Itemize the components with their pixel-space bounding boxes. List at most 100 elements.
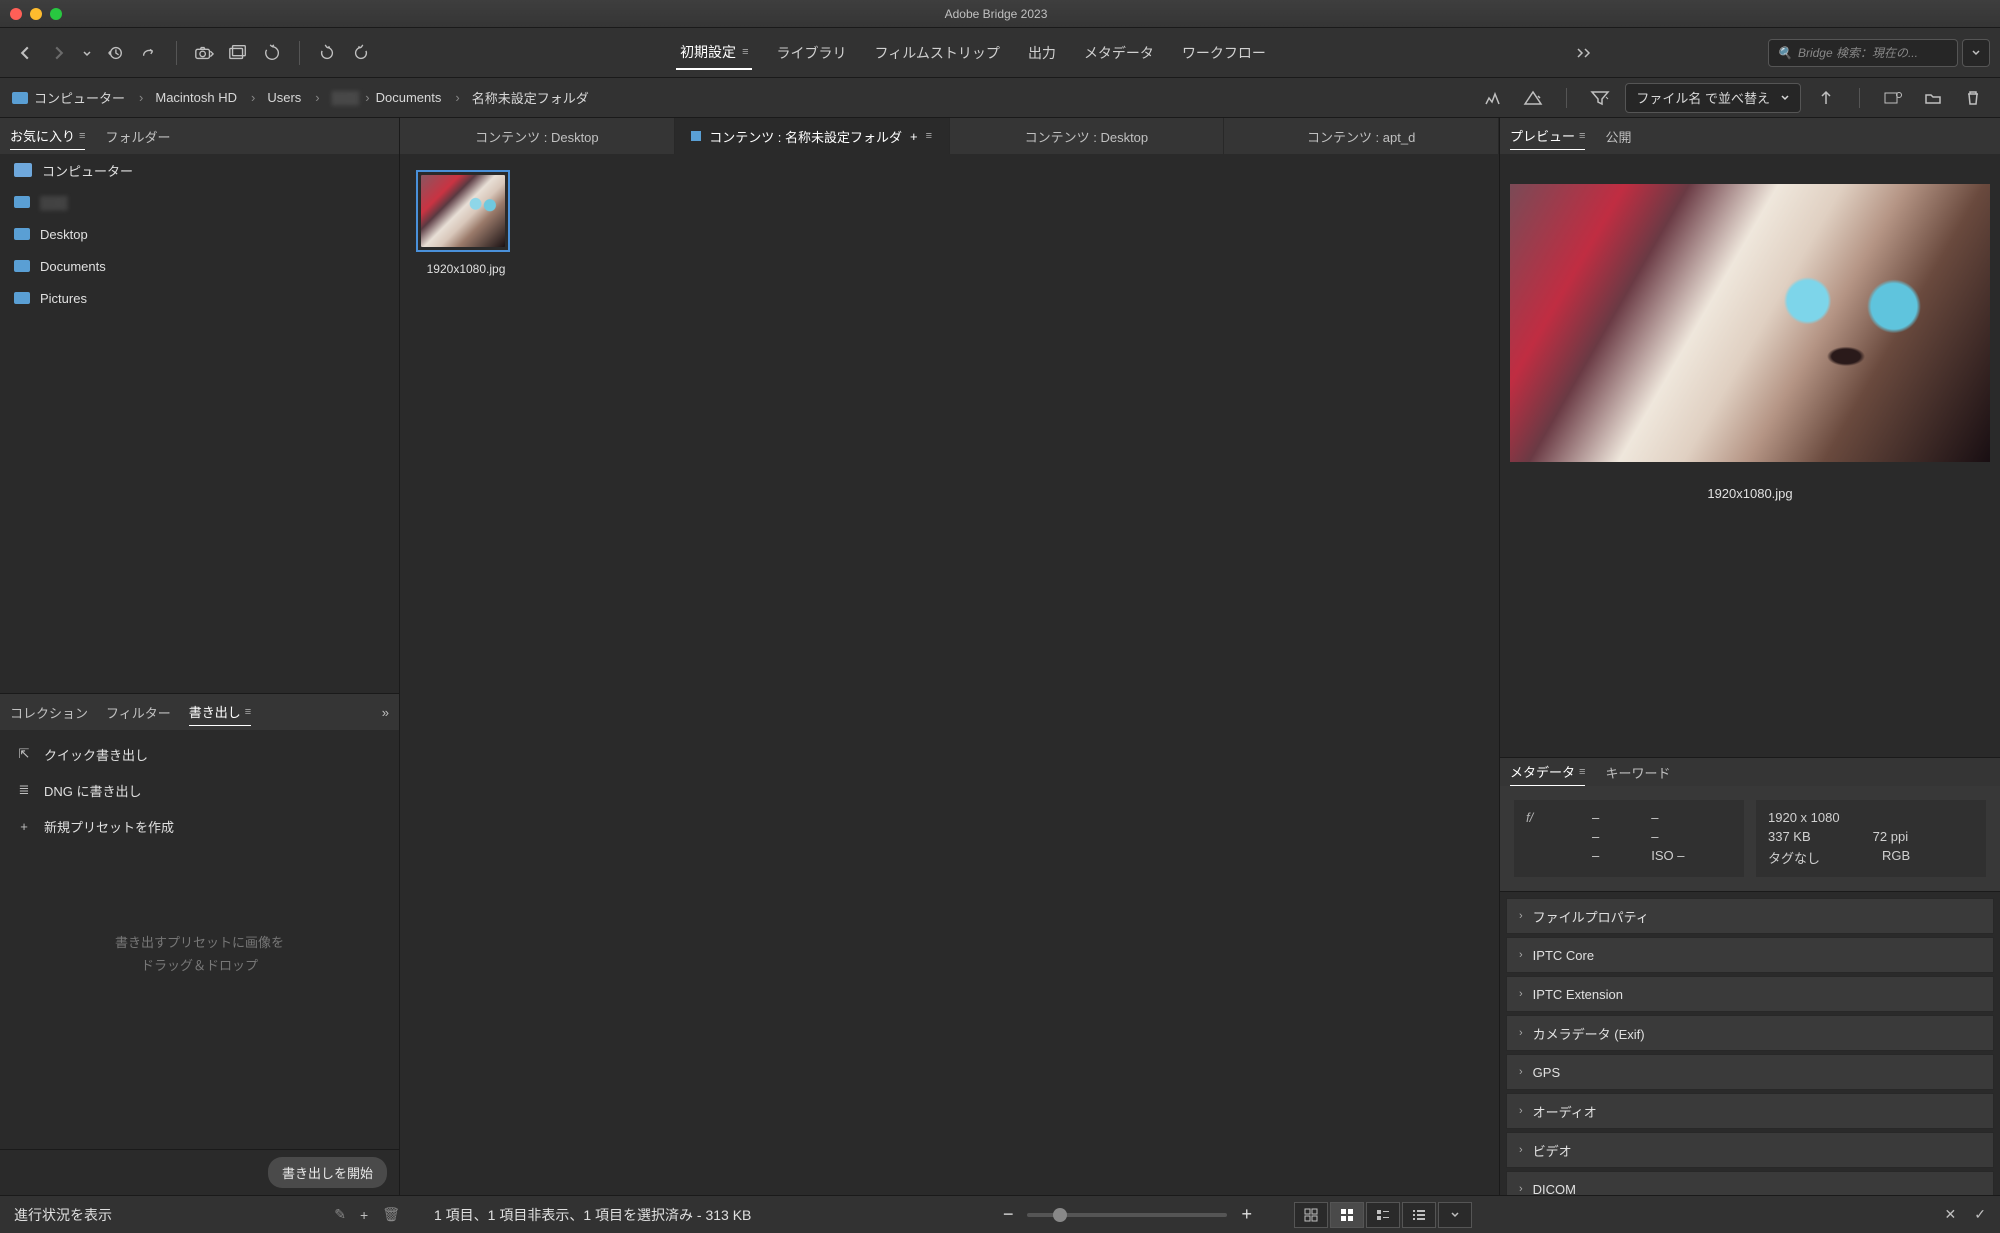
favorite-item-desktop[interactable]: Desktop	[0, 218, 399, 250]
new-folder-button[interactable]	[1918, 83, 1948, 113]
main-area: お気に入り≡ フォルダー コンピューター ▒▒▒ Desktop Documen…	[0, 118, 2000, 1195]
metadata-apply-button[interactable]: ✓	[1974, 1206, 1986, 1223]
chevron-right-icon: ›	[1519, 1105, 1523, 1117]
metadata-sections: ›ファイルプロパティ ›IPTC Core ›IPTC Extension ›カ…	[1500, 892, 2000, 1195]
content-tab[interactable]: コンテンツ : Desktop	[400, 118, 675, 154]
search-input[interactable]: 🔍 Bridge 検索：現在の...	[1768, 39, 1958, 67]
chevron-right-icon: ›	[1519, 1144, 1523, 1156]
breadcrumb[interactable]: Documents›	[376, 90, 466, 105]
export-new-preset[interactable]: +新規プリセットを作成	[0, 808, 399, 844]
minimize-window-button[interactable]	[30, 8, 42, 20]
refine-button[interactable]	[257, 38, 287, 68]
tab-collections[interactable]: コレクション	[10, 699, 88, 726]
rating-filter-button[interactable]	[1478, 83, 1508, 113]
view-details-button[interactable]	[1366, 1202, 1400, 1228]
export-dng[interactable]: ≣DNG に書き出し	[0, 772, 399, 808]
rotate-ccw-button[interactable]	[312, 38, 342, 68]
breadcrumb[interactable]: 名称未設定フォルダ	[472, 88, 589, 107]
export-body: ⇱クイック書き出し ≣DNG に書き出し +新規プリセットを作成 書き出すプリセ…	[0, 730, 399, 1149]
progress-label[interactable]: 進行状況を表示	[14, 1205, 112, 1225]
favorite-item-user[interactable]: ▒▒▒	[0, 186, 399, 218]
tab-filter[interactable]: フィルター	[106, 699, 171, 726]
nav-forward-dropdown[interactable]	[78, 38, 96, 68]
search-placeholder: Bridge 検索：現在の...	[1798, 44, 1918, 61]
add-icon[interactable]: +	[360, 1207, 368, 1223]
favorite-item-computer[interactable]: コンピューター	[0, 154, 399, 186]
preview-image[interactable]	[1510, 184, 1990, 462]
metadata-cancel-button[interactable]: ✕	[1945, 1206, 1957, 1223]
metadata-section[interactable]: ›DICOM	[1506, 1171, 1994, 1195]
start-export-button[interactable]: 書き出しを開始	[268, 1157, 387, 1188]
zoom-slider[interactable]	[1027, 1213, 1227, 1217]
titlebar: Adobe Bridge 2023	[0, 0, 2000, 28]
view-grid-locked-button[interactable]	[1294, 1202, 1328, 1228]
tab-favorites[interactable]: お気に入り≡	[10, 122, 85, 150]
workspace-essentials[interactable]: 初期設定≡	[676, 36, 752, 70]
right-column: プレビュー≡ 公開 1920x1080.jpg メタデータ≡ キーワード f/–…	[1500, 118, 2000, 1195]
rotate-cw-button[interactable]	[346, 38, 376, 68]
view-grid-button[interactable]	[1330, 1202, 1364, 1228]
chevron-right-icon: ›	[1519, 1027, 1523, 1039]
metadata-section[interactable]: ›IPTC Core	[1506, 937, 1994, 973]
sort-ascending-button[interactable]	[1811, 83, 1841, 113]
panel-overflow-button[interactable]: »	[382, 705, 389, 720]
tab-metadata[interactable]: メタデータ≡	[1510, 758, 1585, 786]
maximize-window-button[interactable]	[50, 8, 62, 20]
trash-icon[interactable]: 🗑	[382, 1206, 400, 1223]
edit-icon[interactable]: ✎	[334, 1206, 346, 1223]
sort-dropdown[interactable]: ファイル名 で並べ替え	[1625, 83, 1801, 113]
workspace-metadata[interactable]: メタデータ	[1080, 36, 1158, 70]
close-window-button[interactable]	[10, 8, 22, 20]
metadata-section[interactable]: ›IPTC Extension	[1506, 976, 1994, 1012]
export-quick[interactable]: ⇱クイック書き出し	[0, 736, 399, 772]
view-options-dropdown[interactable]	[1438, 1202, 1472, 1228]
workspace-libraries[interactable]: ライブラリ	[772, 36, 850, 70]
thumbnail-quality-button[interactable]	[1518, 83, 1548, 113]
get-from-camera-button[interactable]	[189, 38, 219, 68]
metadata-section[interactable]: ›オーディオ	[1506, 1093, 1994, 1129]
folder-icon	[14, 228, 30, 240]
metadata-section[interactable]: ›カメラデータ (Exif)	[1506, 1015, 1994, 1051]
filter-button[interactable]	[1585, 83, 1615, 113]
nav-back-button[interactable]	[10, 38, 40, 68]
tab-export[interactable]: 書き出し≡	[189, 698, 251, 726]
breadcrumb[interactable]: コンピューター›	[34, 88, 149, 107]
zoom-in-button[interactable]: +	[1241, 1204, 1252, 1225]
tab-folders[interactable]: フォルダー	[105, 123, 170, 150]
view-list-button[interactable]	[1402, 1202, 1436, 1228]
breadcrumb[interactable]: ▒▒▒	[332, 90, 360, 105]
toolbar: 初期設定≡ ライブラリ フィルムストリップ 出力 メタデータ ワークフロー 🔍 …	[0, 28, 2000, 78]
tab-add-icon[interactable]: +	[910, 129, 918, 144]
metadata-section[interactable]: ›GPS	[1506, 1054, 1994, 1090]
content-tab[interactable]: コンテンツ : 名称未設定フォルダ+≡	[675, 118, 950, 154]
favorite-item-documents[interactable]: Documents	[0, 250, 399, 282]
center-column: コンテンツ : Desktop コンテンツ : 名称未設定フォルダ+≡ コンテン…	[400, 118, 1500, 1195]
breadcrumb[interactable]: Macintosh HD›	[155, 90, 261, 105]
tab-keywords[interactable]: キーワード	[1605, 759, 1670, 786]
workspace-overflow-button[interactable]	[1570, 38, 1600, 68]
workspace-filmstrip[interactable]: フィルムストリップ	[870, 36, 1003, 70]
options-button[interactable]	[1878, 83, 1908, 113]
nav-forward-button[interactable]	[44, 38, 74, 68]
favorite-item-pictures[interactable]: Pictures	[0, 282, 399, 314]
content-tab[interactable]: コンテンツ : Desktop	[950, 118, 1225, 154]
plus-icon: +	[16, 819, 32, 834]
search-scope-dropdown[interactable]	[1962, 39, 1990, 67]
file-info-box: 1920 x 1080 337 KB72 ppi タグなしRGB	[1756, 800, 1986, 877]
recent-button[interactable]	[100, 38, 130, 68]
workspace-output[interactable]: 出力	[1024, 36, 1060, 70]
tab-preview[interactable]: プレビュー≡	[1510, 122, 1585, 150]
workspace-workflow[interactable]: ワークフロー	[1178, 36, 1270, 70]
zoom-out-button[interactable]: −	[1003, 1204, 1014, 1225]
workspace-switcher: 初期設定≡ ライブラリ フィルムストリップ 出力 メタデータ ワークフロー	[380, 36, 1566, 70]
tab-publish[interactable]: 公開	[1605, 123, 1631, 150]
breadcrumb[interactable]: Users›	[267, 90, 325, 105]
content-grid[interactable]: 1920x1080.jpg	[400, 154, 1499, 1195]
content-tab[interactable]: コンテンツ : apt_d	[1224, 118, 1499, 154]
delete-button[interactable]	[1958, 83, 1988, 113]
boomerang-button[interactable]	[134, 38, 164, 68]
thumbnail-item[interactable]: 1920x1080.jpg	[416, 170, 516, 276]
open-in-camera-raw-button[interactable]	[223, 38, 253, 68]
metadata-section[interactable]: ›ビデオ	[1506, 1132, 1994, 1168]
metadata-section[interactable]: ›ファイルプロパティ	[1506, 898, 1994, 934]
